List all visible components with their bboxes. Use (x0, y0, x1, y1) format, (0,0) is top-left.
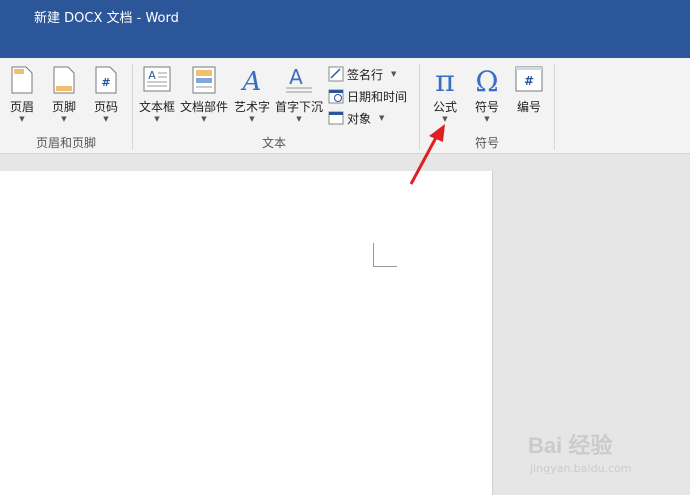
ribbon-insert-tab: 页眉 ▼ 页脚 ▼ # 页码 ▼ 页眉和页脚 A 文本框 ▼ 文档部件 ▼ A … (0, 58, 690, 154)
text-box-icon: A (143, 66, 171, 92)
svg-text:A: A (289, 66, 303, 89)
svg-text:#: # (524, 74, 534, 88)
annotation-arrow-icon (409, 124, 445, 185)
wordart-label: 艺术字 (233, 100, 270, 114)
svg-text:Ω: Ω (475, 66, 498, 94)
baidu-watermark: Bai 经验 jingyan.baidu.com (528, 428, 668, 488)
chevron-down-icon: ▼ (103, 115, 109, 123)
chevron-down-icon: ▼ (484, 115, 490, 123)
numbering-label: 编号 (516, 100, 541, 114)
page-number-button[interactable]: # 页码 ▼ (88, 58, 124, 130)
numbering-button[interactable]: # 编号 (510, 58, 548, 130)
chevron-down-icon: ▼ (201, 115, 207, 123)
drop-cap-label: 首字下沉 (274, 100, 323, 114)
footer-page-icon (53, 66, 75, 94)
object-icon (328, 111, 344, 125)
pi-icon: π (435, 66, 455, 94)
header-label: 页眉 (9, 100, 34, 114)
object-label: 对象 (347, 111, 372, 126)
svg-text:π: π (435, 66, 455, 94)
chevron-down-icon: ▼ (379, 114, 385, 122)
chevron-down-icon: ▼ (61, 115, 67, 123)
group-label-text: 文本 (261, 136, 286, 150)
date-time-button[interactable]: 日期和时间 (328, 86, 407, 106)
group-divider (132, 64, 133, 150)
object-button[interactable]: 对象 ▼ (328, 108, 384, 128)
omega-icon: Ω (475, 66, 498, 94)
calendar-icon (328, 89, 344, 104)
footer-label: 页脚 (51, 100, 76, 114)
page-number-label: 页码 (93, 100, 118, 114)
footer-button[interactable]: 页脚 ▼ (46, 58, 82, 130)
title-bar: 新建 DOCX 文档 - Word (0, 0, 690, 58)
chevron-down-icon: ▼ (154, 115, 160, 123)
group-label-symbols: 符号 (474, 136, 499, 150)
text-box-button[interactable]: A 文本框 ▼ (136, 58, 178, 130)
chevron-down-icon: ▼ (391, 70, 397, 78)
date-time-label: 日期和时间 (347, 89, 408, 104)
group-divider (554, 64, 555, 150)
chevron-down-icon: ▼ (249, 115, 255, 123)
equation-label: 公式 (432, 100, 457, 114)
svg-text:A: A (241, 67, 262, 94)
signature-line-button[interactable]: 签名行 ▼ (328, 64, 396, 84)
wordart-button[interactable]: A 艺术字 ▼ (232, 58, 272, 130)
drop-cap-button[interactable]: A 首字下沉 ▼ (273, 58, 325, 130)
drop-cap-icon: A (286, 66, 312, 93)
document-page[interactable] (0, 171, 492, 495)
watermark-url: jingyan.baidu.com (530, 462, 632, 475)
chevron-down-icon: ▼ (19, 115, 25, 123)
group-label-header-footer: 页眉和页脚 (35, 136, 96, 150)
chevron-down-icon: ▼ (296, 115, 302, 123)
header-button[interactable]: 页眉 ▼ (4, 58, 40, 130)
watermark-brand: Bai 经验 (528, 433, 613, 458)
text-box-label: 文本框 (138, 100, 175, 114)
page-number-icon: # (95, 66, 117, 94)
equation-button[interactable]: π 公式 ▼ (426, 58, 464, 130)
svg-text:#: # (101, 76, 110, 89)
symbol-label: 符号 (474, 100, 499, 114)
header-page-icon (11, 66, 33, 94)
quick-parts-button[interactable]: 文档部件 ▼ (179, 58, 229, 130)
wordart-icon: A (241, 67, 262, 94)
quick-parts-label: 文档部件 (179, 100, 228, 114)
signature-icon (328, 66, 344, 82)
margin-corner-mark (373, 243, 397, 267)
word-window: 新建 DOCX 文档 - Word 页眉 ▼ 页脚 ▼ # 页码 ▼ 页眉和页脚… (0, 0, 690, 495)
svg-text:A: A (148, 69, 156, 82)
numbering-icon: # (515, 66, 543, 92)
symbol-button[interactable]: Ω 符号 ▼ (468, 58, 506, 130)
signature-line-label: 签名行 (347, 67, 384, 82)
quick-parts-icon (192, 66, 216, 94)
window-title: 新建 DOCX 文档 - Word (34, 11, 179, 26)
